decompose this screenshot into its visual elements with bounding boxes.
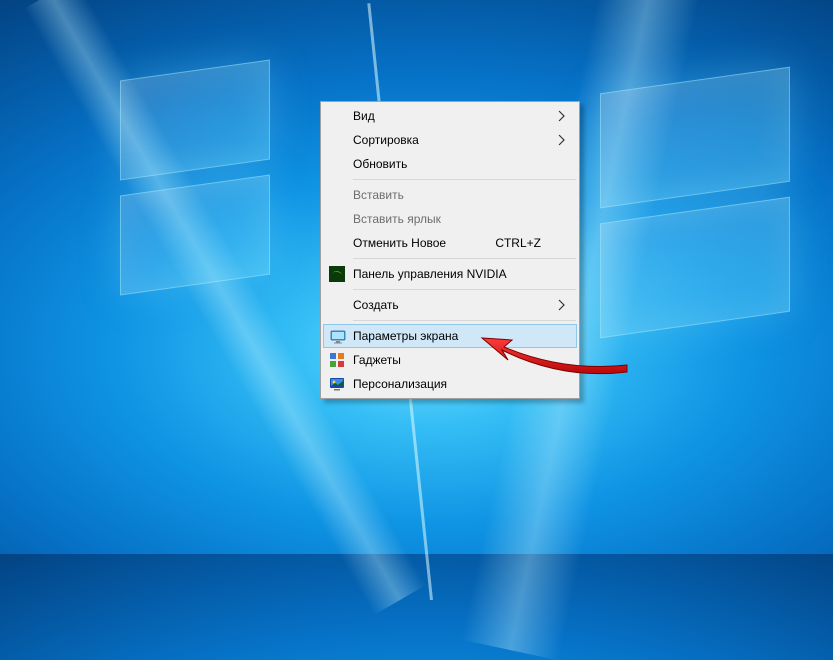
menu-label: Отменить Новое	[353, 236, 446, 250]
menu-item-create[interactable]: Создать	[323, 293, 577, 317]
menu-separator	[353, 179, 576, 180]
menu-item-nvidia[interactable]: Панель управления NVIDIA	[323, 262, 577, 286]
menu-item-sort[interactable]: Сортировка	[323, 128, 577, 152]
menu-item-refresh[interactable]: Обновить	[323, 152, 577, 176]
menu-item-view[interactable]: Вид	[323, 104, 577, 128]
menu-label: Персонализация	[353, 377, 447, 391]
menu-item-paste-shortcut: Вставить ярлык	[323, 207, 577, 231]
menu-shortcut: CTRL+Z	[495, 236, 541, 250]
menu-label: Сортировка	[353, 133, 419, 147]
personalize-icon	[329, 376, 345, 392]
menu-label: Вставить	[353, 188, 404, 202]
menu-item-personalize[interactable]: Персонализация	[323, 372, 577, 396]
menu-label: Вставить ярлык	[353, 212, 441, 226]
gadgets-icon	[329, 352, 345, 368]
menu-item-gadgets[interactable]: Гаджеты	[323, 348, 577, 372]
monitor-icon	[330, 329, 346, 345]
menu-item-undo-new[interactable]: Отменить Новое CTRL+Z	[323, 231, 577, 255]
menu-label: Создать	[353, 298, 399, 312]
menu-separator	[353, 258, 576, 259]
menu-label: Вид	[353, 109, 375, 123]
chevron-right-icon	[557, 299, 567, 311]
menu-separator	[353, 289, 576, 290]
menu-label: Обновить	[353, 157, 407, 171]
menu-label: Параметры экрана	[353, 329, 458, 343]
nvidia-icon	[329, 266, 345, 282]
menu-label: Панель управления NVIDIA	[353, 267, 507, 281]
menu-separator	[353, 320, 576, 321]
menu-label: Гаджеты	[353, 353, 401, 367]
menu-item-paste: Вставить	[323, 183, 577, 207]
menu-item-display-settings[interactable]: Параметры экрана	[323, 324, 577, 348]
chevron-right-icon	[557, 110, 567, 122]
chevron-right-icon	[557, 134, 567, 146]
desktop-context-menu: Вид Сортировка Обновить Вставить Вставит…	[320, 101, 580, 399]
